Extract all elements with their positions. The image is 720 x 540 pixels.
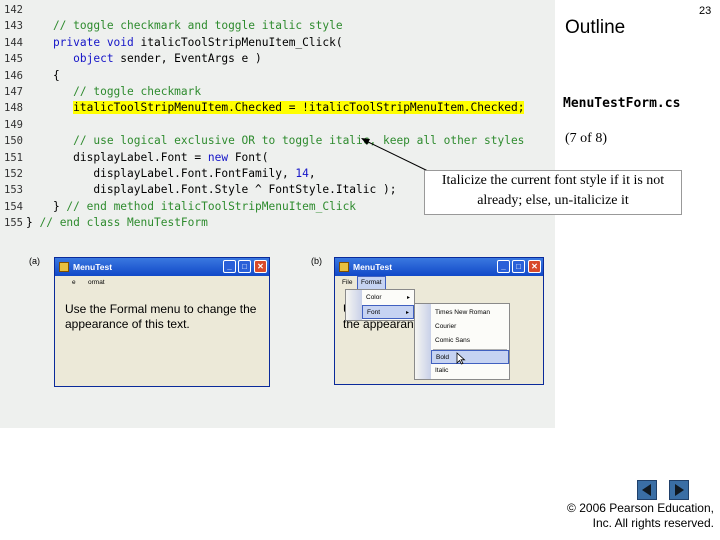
copyright: © 2006 Pearson Education, Inc. All right… xyxy=(567,501,714,531)
prev-slide-button[interactable] xyxy=(637,480,657,500)
copyright-line1: © 2006 Pearson Education, xyxy=(567,501,714,515)
callout-box: Italicize the current font style if it i… xyxy=(424,170,682,215)
triangle-right-icon xyxy=(675,484,684,496)
next-slide-button[interactable] xyxy=(669,480,689,500)
callout-text: Italicize the current font style if it i… xyxy=(441,173,665,208)
callout-arrow xyxy=(361,138,431,173)
triangle-left-icon xyxy=(642,484,651,496)
copyright-line2: Inc. All rights reserved. xyxy=(592,516,714,530)
